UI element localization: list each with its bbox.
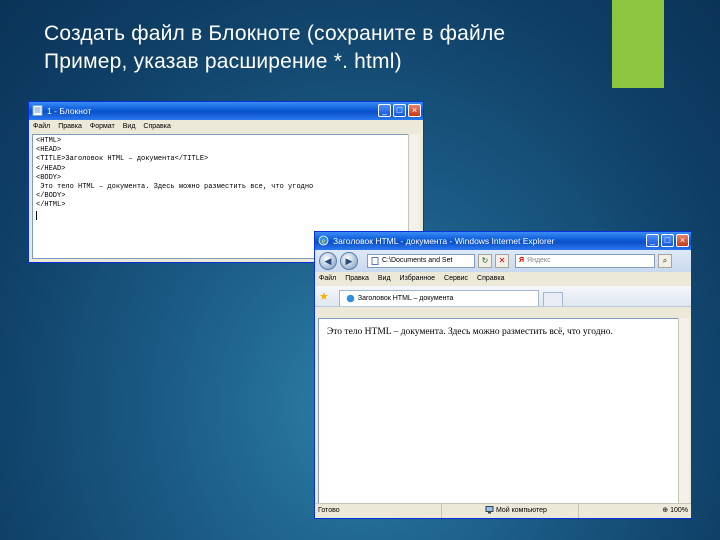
ie-icon: e [318, 235, 329, 246]
code-line: </BODY> [36, 192, 66, 201]
slide-title-line-1: Создать файл в Блокноте (сохраните в фай… [44, 22, 506, 45]
page-icon [371, 257, 379, 265]
maximize-button[interactable]: □ [393, 104, 406, 117]
zoom-level: 100% [670, 507, 688, 514]
computer-icon [485, 506, 494, 514]
accent-bar [612, 0, 664, 88]
status-text: Готово [315, 504, 442, 518]
menu-format[interactable]: Формат [90, 120, 115, 133]
ie-window: e Заголовок HTML - документа - Windows I… [314, 231, 692, 519]
search-button[interactable]: ⌕ [658, 254, 672, 268]
zone-label: Мой компьютер [495, 507, 547, 514]
address-text: C:\Documents and Set [382, 257, 453, 264]
zoom-icon: ⊕ [662, 507, 669, 514]
menu-file[interactable]: Файл [33, 120, 50, 133]
code-line: Это тело HTML – документа. Здесь можно р… [36, 183, 314, 192]
notepad-menubar: Файл Правка Формат Вид Справка [29, 120, 423, 133]
minimize-button[interactable]: _ [378, 104, 391, 117]
menu-help[interactable]: Справка [477, 272, 504, 286]
svg-text:e: e [322, 236, 326, 245]
ie-titlebar[interactable]: e Заголовок HTML - документа - Windows I… [315, 232, 691, 250]
menu-favorites[interactable]: Избранное [400, 272, 435, 286]
new-tab-button[interactable] [542, 292, 563, 306]
favorites-star-icon[interactable]: ★ [319, 288, 329, 306]
ie-tab-row: ★ Заголовок HTML – документа [315, 286, 691, 307]
ie-statusbar: Готово Мой компьютер ⊕ 100% [315, 503, 691, 518]
forward-button[interactable]: ▶ [340, 252, 358, 270]
security-zone: Мой компьютер [482, 504, 579, 518]
search-input[interactable]: Я Яндекс [515, 254, 655, 268]
code-line: <HTML> [36, 137, 62, 145]
ie-menubar: Файл Правка Вид Избранное Сервис Справка [315, 272, 691, 286]
stop-button[interactable]: ✕ [495, 254, 509, 268]
slide-title-line-2: Пример, указав расширение *. html) [44, 50, 402, 73]
menu-view[interactable]: Вид [378, 272, 391, 286]
ie-tab-icon [346, 294, 355, 303]
slide-title: Создать файл в Блокноте (сохраните в фай… [44, 20, 624, 76]
ie-page-content: Это тело HTML – документа. Здесь можно р… [318, 318, 679, 504]
code-line: </HTML> [36, 201, 66, 210]
ie-title: Заголовок HTML - документа - Windows Int… [333, 236, 555, 246]
tab-current[interactable]: Заголовок HTML – документа [338, 290, 539, 306]
code-line: <HEAD> [36, 146, 62, 155]
code-line: <BODY> [36, 173, 62, 182]
menu-view[interactable]: Вид [123, 120, 136, 133]
notepad-icon [32, 105, 43, 116]
notepad-title: 1 - Блокнот [47, 106, 92, 116]
search-placeholder: Яндекс [527, 257, 551, 264]
menu-tools[interactable]: Сервис [444, 272, 468, 286]
close-button[interactable]: × [408, 104, 421, 117]
zoom-control[interactable]: ⊕ 100% [659, 504, 691, 518]
go-button[interactable]: ↻ [478, 254, 492, 268]
code-line: <TITLE>Заголовок HTML – документа</TITLE… [36, 155, 209, 164]
tab-label: Заголовок HTML – документа [357, 294, 454, 302]
code-line: </HEAD> [36, 164, 66, 173]
maximize-button[interactable]: □ [661, 234, 674, 247]
menu-edit[interactable]: Правка [58, 120, 82, 133]
notepad-titlebar[interactable]: 1 - Блокнот _ □ × [29, 102, 423, 120]
back-button[interactable]: ◀ [319, 252, 337, 270]
ie-scrollbar[interactable] [678, 318, 689, 504]
close-button[interactable]: × [676, 234, 689, 247]
menu-edit[interactable]: Правка [345, 272, 369, 286]
address-bar[interactable]: C:\Documents and Set [367, 254, 475, 268]
text-caret [36, 210, 37, 220]
menu-help[interactable]: Справка [143, 120, 170, 133]
ie-navigation-bar: ◀ ▶ C:\Documents and Set ↻ ✕ Я Яндекс ⌕ [315, 250, 691, 272]
yandex-icon: Я [519, 257, 525, 264]
minimize-button[interactable]: _ [646, 234, 659, 247]
menu-file[interactable]: Файл [319, 272, 336, 286]
page-body-text: Это тело HTML – документа. Здесь можно р… [327, 327, 613, 337]
